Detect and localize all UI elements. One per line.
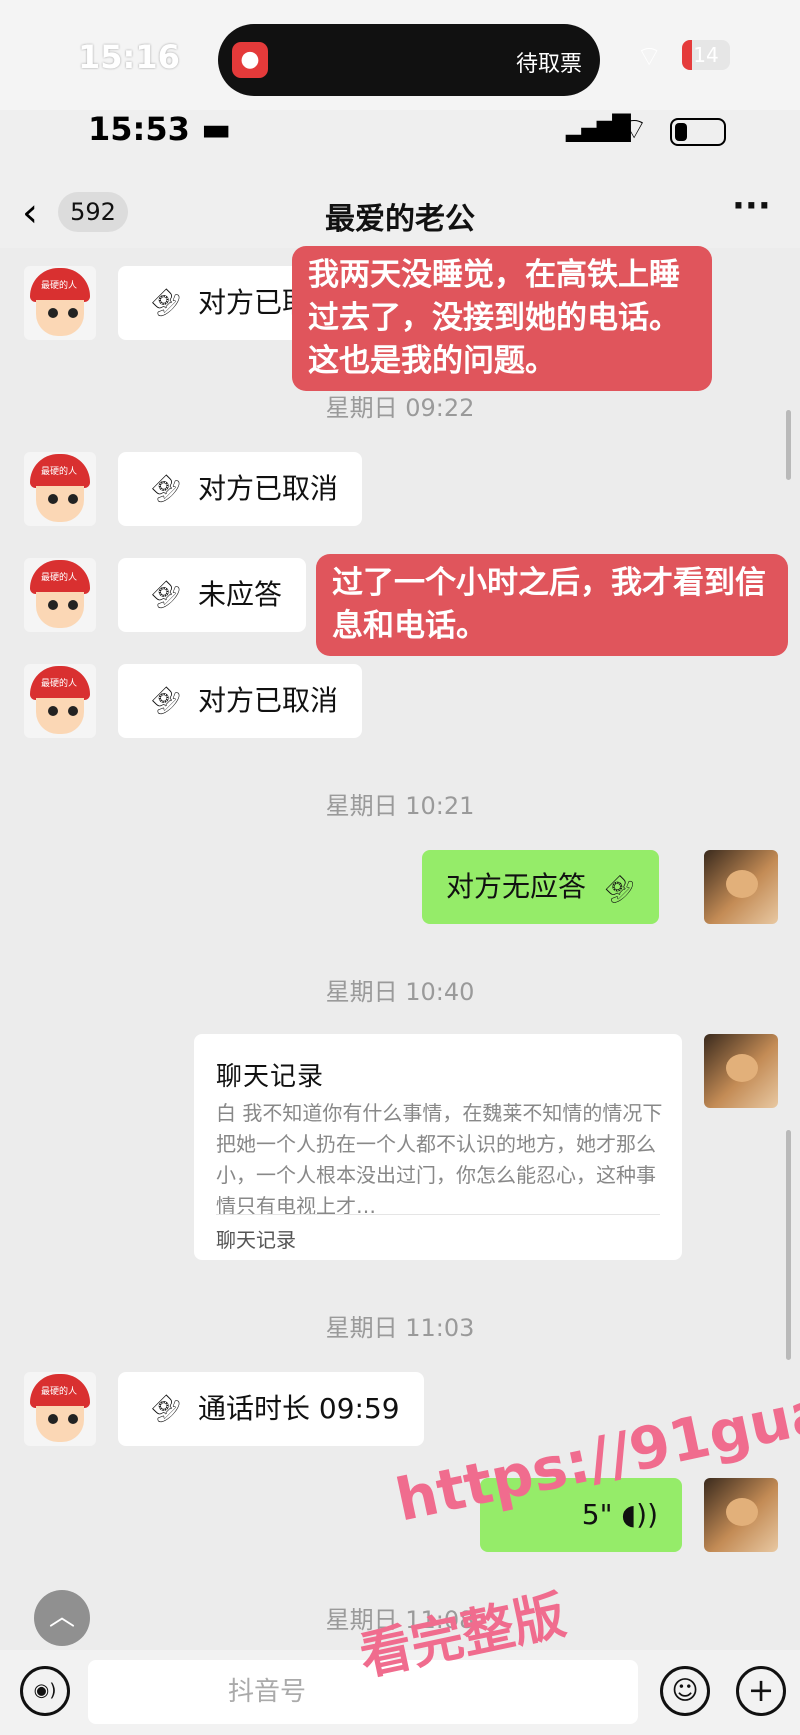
app-icon: ● [232,42,268,78]
battery-level: 14 [693,43,719,67]
timestamp: 星期日 10:21 [325,792,475,820]
caption-overlay-1: 我两天没睡觉，在高铁上睡过去了，没接到她的电话。这也是我的问题。 [292,246,712,391]
chat-title: 最爱的老公 [325,202,475,237]
contact-avatar[interactable]: 最硬的人 [24,558,96,632]
card-body: 白 我不知道你有什么事情，在魏莱不知情的情况下把她一个人扔在一个人都不认识的地方… [216,1101,663,1218]
scrollbar[interactable] [786,1130,791,1360]
scrollbar[interactable] [786,410,791,480]
voice-input-icon[interactable]: ◉) [20,1666,70,1716]
inner-clock-time: 15:53 [88,110,190,148]
timestamp: 星期日 10:40 [325,978,475,1006]
phone-icon: ☏ [142,677,187,722]
dynamic-island: ● 待取票 [218,24,600,96]
call-bubble[interactable]: ☏ 对方已取消 [118,452,363,526]
self-avatar[interactable] [704,850,778,924]
contact-avatar[interactable]: 最硬的人 [24,452,96,526]
voice-wave-icon: ◖)) [621,1498,658,1531]
phone-icon: ☏ [142,279,187,324]
card-footer: 聊天记录 [216,1228,296,1252]
card-title: 聊天记录 [216,1062,325,1092]
card-divider [216,1214,660,1215]
chat-record-card[interactable]: 聊天记录 白 我不知道你有什么事情，在魏莱不知情的情况下把她一个人扔在一个人都不… [194,1034,682,1260]
wifi-icon-inner: ⌔ [620,112,649,147]
signal-icon: ▂▄▆█ [566,114,631,142]
battery-icon [670,118,726,146]
call-bubble-self[interactable]: 对方无应答 ☏ [422,850,659,924]
battery-indicator: 14 [682,40,730,70]
contact-avatar[interactable]: 最硬的人 [24,1372,96,1446]
timestamp: 星期日 09:22 [325,394,475,422]
inner-clock: 15:53 ▬ [88,110,231,148]
emoji-icon[interactable]: ☺ [660,1666,710,1716]
contact-avatar[interactable]: 最硬的人 [24,664,96,738]
contact-avatar[interactable]: 最硬的人 [24,266,96,340]
self-avatar[interactable] [704,1034,778,1108]
phone-icon: ☏ [142,1385,187,1430]
phone-icon: ☏ [142,465,187,510]
phone-icon: ☏ [142,571,187,616]
plus-icon[interactable]: + [736,1666,786,1716]
phone-icon: ☏ [596,865,641,911]
self-avatar[interactable] [704,1478,778,1552]
bed-icon: ▬ [201,110,232,148]
wifi-icon: ⌔ [636,40,663,73]
call-bubble[interactable]: ☏ 未应答 [118,558,307,632]
call-bubble[interactable]: ☏ 对方已取消 [118,664,363,738]
caption-overlay-2: 过了一个小时之后，我才看到信息和电话。 [316,554,788,656]
timestamp: 星期日 11:03 [325,1314,475,1342]
more-options-button[interactable]: ··· [732,186,771,226]
scroll-up-button[interactable]: ︿ [34,1590,90,1646]
island-text: 待取票 [515,52,582,77]
call-bubble[interactable]: ☏ 通话时长 09:59 [118,1372,424,1446]
outer-clock: 15:16 [78,38,180,76]
